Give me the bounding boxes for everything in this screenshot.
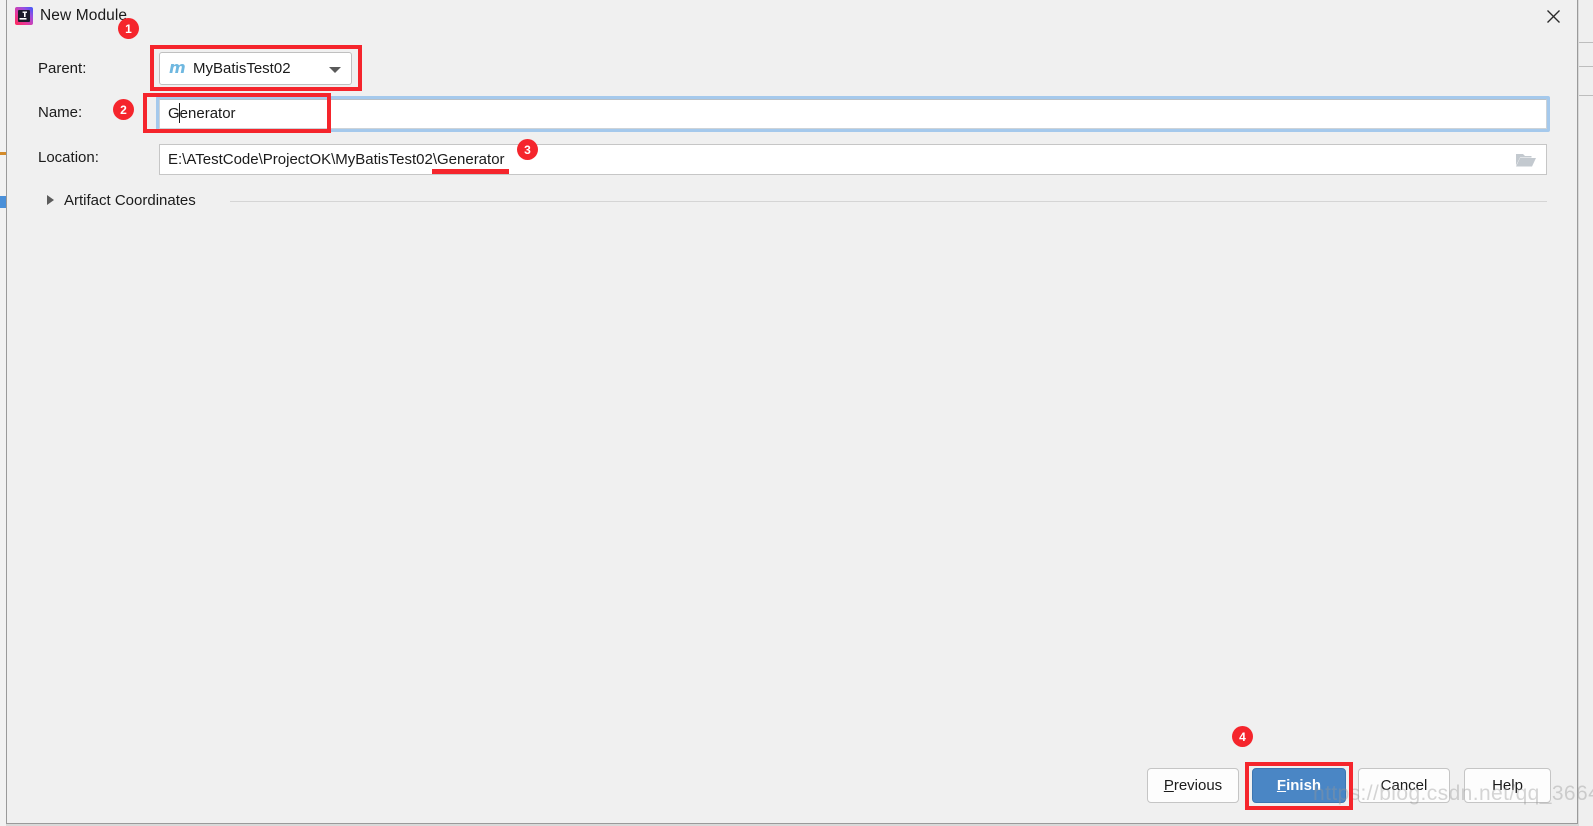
intellij-idea-icon xyxy=(15,7,33,25)
watermark-text: https://blog.csdn.net/qq_36640480 xyxy=(1313,782,1593,805)
text-caret xyxy=(179,103,180,123)
desktop-right-strip xyxy=(1579,0,1593,826)
maven-module-icon: m xyxy=(169,58,186,77)
desktop-divider-line xyxy=(1579,95,1593,96)
previous-button-mnemonic: P xyxy=(1163,777,1174,794)
annotation-badge-2: 2 xyxy=(113,99,134,120)
parent-label: Parent: xyxy=(38,60,87,77)
close-icon[interactable] xyxy=(1529,0,1577,32)
name-label: Name: xyxy=(38,104,83,121)
parent-selected-value: MyBatisTest02 xyxy=(193,60,291,77)
folder-icon[interactable] xyxy=(1515,151,1537,168)
cancel-button[interactable]: Cancel xyxy=(1358,768,1450,803)
screen: New Module Parent: m MyBatisTest02 Name:… xyxy=(0,0,1593,826)
finish-button[interactable]: Finish xyxy=(1252,768,1346,803)
finish-button-label: inish xyxy=(1286,777,1322,794)
previous-button-label: revious xyxy=(1173,777,1223,794)
triangle-right-icon[interactable] xyxy=(47,195,54,205)
help-button-label: Help xyxy=(1492,777,1523,794)
cancel-button-label: Cancel xyxy=(1380,777,1428,794)
location-label: Location: xyxy=(38,149,99,166)
parent-combobox[interactable]: m MyBatisTest02 xyxy=(159,52,352,85)
finish-button-mnemonic: F xyxy=(1276,777,1287,794)
artifact-coordinates-section[interactable]: Artifact Coordinates xyxy=(38,191,1548,211)
dialog-titlebar: New Module xyxy=(7,0,1577,33)
section-divider xyxy=(230,201,1547,202)
help-button[interactable]: Help xyxy=(1464,768,1551,803)
location-input-value: E:\ATestCode\ProjectOK\MyBatisTest02\Gen… xyxy=(168,151,505,168)
desktop-divider-line xyxy=(1579,42,1593,43)
annotation-badge-4: 4 xyxy=(1232,726,1253,747)
dialog-title: New Module xyxy=(40,7,128,24)
previous-button[interactable]: Previous xyxy=(1147,768,1239,803)
chevron-down-icon[interactable] xyxy=(329,67,341,73)
desktop-divider-line xyxy=(1579,66,1593,67)
artifact-coordinates-label: Artifact Coordinates xyxy=(64,192,196,209)
new-module-dialog: New Module Parent: m MyBatisTest02 Name:… xyxy=(6,0,1593,824)
name-input[interactable] xyxy=(159,99,1547,129)
